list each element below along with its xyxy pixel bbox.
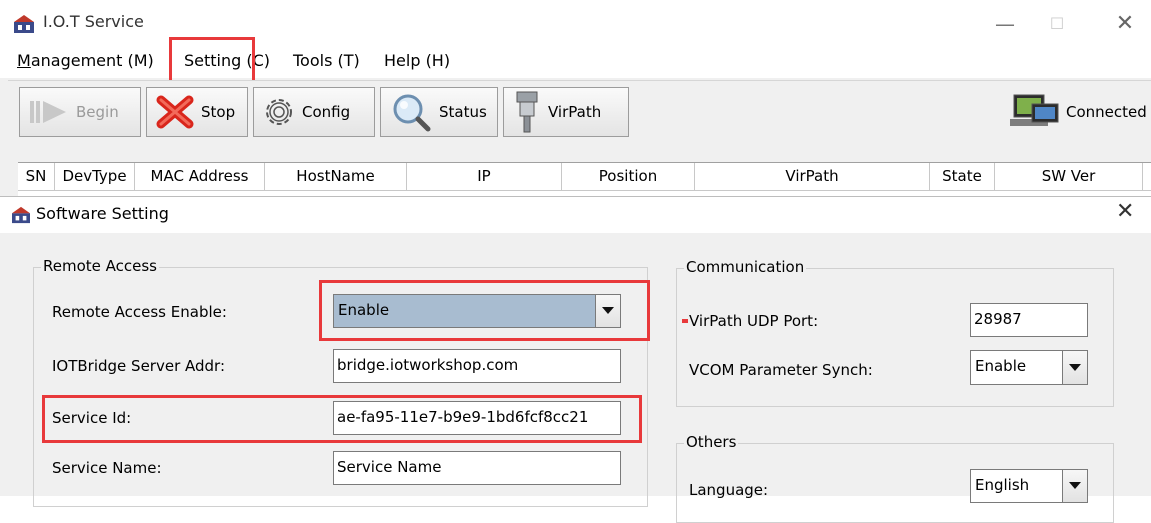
service-name-label: Service Name:	[52, 459, 162, 477]
language-label: Language:	[689, 481, 769, 499]
vcom-synch-combo[interactable]: Enable	[970, 350, 1088, 385]
column-virpath[interactable]: VirPath	[695, 163, 930, 190]
menu-tools[interactable]: Tools (T)	[293, 51, 360, 70]
remote-access-legend: Remote Access	[41, 257, 159, 275]
server-addr-input[interactable]: bridge.iotworkshop.com	[333, 349, 621, 383]
app-logo-icon	[14, 15, 34, 33]
remote-enable-highlight	[319, 280, 650, 341]
dropdown-arrow-icon[interactable]	[1062, 351, 1087, 384]
begin-button[interactable]: Begin	[19, 87, 141, 137]
column-mac-address[interactable]: MAC Address	[135, 163, 265, 190]
menu-management[interactable]: Management (M)	[17, 51, 154, 70]
connected-status: Connected	[1010, 87, 1147, 137]
menu-management-hotkey: M	[17, 51, 31, 70]
play-icon	[30, 101, 66, 123]
gear-icon	[266, 99, 292, 125]
connected-label: Connected	[1066, 103, 1147, 121]
config-button[interactable]: Config	[253, 87, 375, 137]
vcom-synch-label: VCOM Parameter Synch:	[689, 361, 873, 379]
setting-menu-highlight	[169, 37, 255, 85]
column-ip[interactable]: IP	[407, 163, 562, 190]
communication-legend: Communication	[684, 258, 807, 276]
column-sn[interactable]: SN	[18, 163, 55, 190]
udp-port-input[interactable]: 28987	[970, 303, 1088, 337]
others-legend: Others	[684, 433, 739, 451]
column-hostname[interactable]: HostName	[265, 163, 407, 190]
column-position[interactable]: Position	[562, 163, 695, 190]
software-setting-dialog: Software Setting ✕ Remote Access Remote …	[0, 196, 1151, 523]
config-label: Config	[302, 103, 351, 121]
dialog-title: Software Setting	[36, 204, 169, 223]
window-title: I.O.T Service	[43, 12, 144, 31]
column-state[interactable]: State	[930, 163, 995, 190]
remote-access-enable-label: Remote Access Enable:	[52, 303, 227, 321]
magnifier-icon	[393, 94, 431, 132]
minimize-button[interactable]: —	[982, 8, 1028, 40]
udp-port-label: VirPath UDP Port:	[689, 312, 819, 330]
communication-group: Communication	[676, 258, 1114, 407]
serial-connector-icon	[516, 91, 538, 133]
server-addr-label: IOTBridge Server Addr:	[52, 357, 226, 375]
maximize-button[interactable]: ☐	[1034, 8, 1080, 40]
menu-help[interactable]: Help (H)	[384, 51, 450, 70]
begin-label: Begin	[76, 103, 119, 121]
column-sw-ver[interactable]: SW Ver	[995, 163, 1143, 190]
column-devtype[interactable]: DevType	[55, 163, 135, 190]
language-combo[interactable]: English	[970, 469, 1088, 503]
close-button[interactable]: ✕	[1102, 8, 1148, 40]
dialog-logo-icon	[12, 206, 30, 224]
network-computers-icon	[1010, 94, 1059, 126]
service-name-input[interactable]: Service Name	[333, 451, 621, 485]
menu-management-label: anagement (M)	[30, 51, 154, 70]
vcom-synch-value: Enable	[975, 357, 1027, 375]
device-grid-header: SN DevType MAC Address HostName IP Posit…	[18, 162, 1151, 191]
service-id-highlight	[42, 395, 642, 443]
status-button[interactable]: Status	[380, 87, 498, 137]
dropdown-arrow-icon[interactable]	[1062, 470, 1087, 502]
virpath-label: VirPath	[548, 103, 602, 121]
dialog-title-bar: Software Setting ✕	[0, 197, 1151, 233]
stop-label: Stop	[201, 103, 236, 121]
virpath-button[interactable]: VirPath	[503, 87, 629, 137]
toolbar: Begin Stop Config Status VirPath Connect…	[8, 80, 1151, 163]
status-label: Status	[439, 103, 487, 121]
stop-x-icon	[156, 95, 194, 129]
language-value: English	[975, 476, 1030, 494]
required-marker	[682, 319, 688, 323]
stop-button[interactable]: Stop	[146, 87, 248, 137]
dialog-close-button[interactable]: ✕	[1116, 199, 1134, 224]
